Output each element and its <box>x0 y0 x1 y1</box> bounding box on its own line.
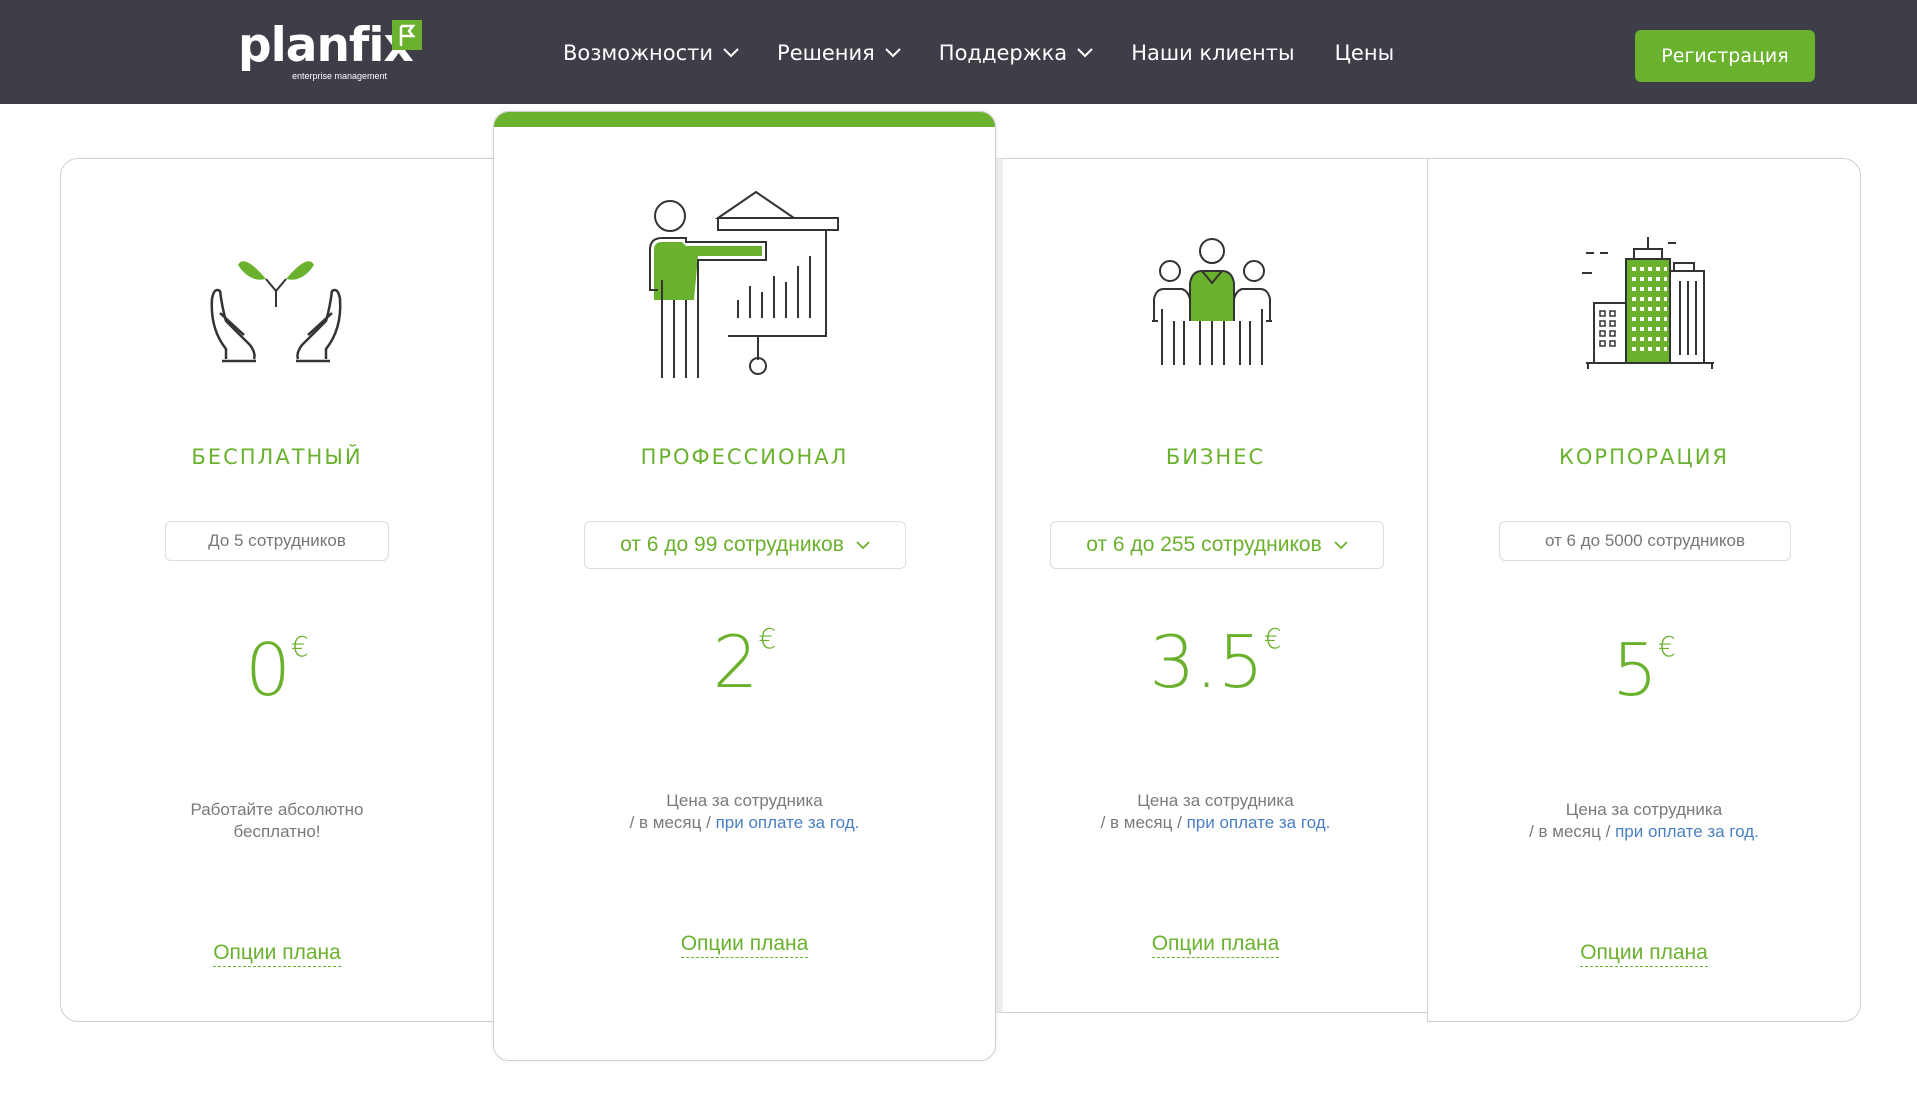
presenter-chart-icon <box>649 190 839 378</box>
description-prefix: / в месяц / <box>1529 822 1611 841</box>
nav-solutions-label: Решения <box>777 41 875 65</box>
description-line: Цена за сотрудника <box>1565 800 1723 819</box>
chevron-down-icon <box>885 48 901 58</box>
price-value: 5 <box>1612 628 1658 712</box>
description-line: Цена за сотрудника <box>1137 791 1294 810</box>
currency-symbol: € <box>290 630 309 663</box>
logo-subtitle: enterprise management <box>292 71 388 81</box>
nav-prices-label: Цены <box>1334 41 1395 65</box>
description-line-2: / в месяц / при оплате за год. <box>494 812 995 834</box>
annual-payment-link[interactable]: при оплате за год. <box>1187 813 1331 832</box>
plan-price: 5€ <box>1428 630 1860 706</box>
description-line: бесплатно! <box>233 822 321 841</box>
planfix-logo[interactable]: planfix enterprise management <box>238 18 428 86</box>
annual-payment-link[interactable]: при оплате за год. <box>1615 822 1759 841</box>
plan-card-free: БЕСПЛАТНЫЙ До 5 сотрудников 0€ Работайте… <box>60 158 494 1022</box>
description-prefix: / в месяц / <box>1100 813 1182 832</box>
plan-name: БЕСПЛАТНЫЙ <box>191 445 363 469</box>
price-value: 2 <box>712 620 759 704</box>
plan-options-link-wrap: Опции плана <box>61 941 493 967</box>
nav-features[interactable]: Возможности <box>563 41 739 65</box>
plan-card-professional: ПРОФЕССИОНАЛ от 6 до 99 сотрудников 2€ Ц… <box>493 111 996 1061</box>
plan-name: КОРПОРАЦИЯ <box>1558 445 1730 469</box>
plan-options-link[interactable]: Опции плана <box>1151 932 1280 958</box>
nav-support-label: Поддержка <box>938 41 1068 65</box>
nav-prices[interactable]: Цены <box>1335 41 1395 65</box>
highlight-stripe <box>494 112 995 127</box>
buildings-icon <box>1582 237 1714 369</box>
price-value: 3.5 <box>1149 620 1264 704</box>
plan-name: БИЗНЕС <box>1165 445 1266 469</box>
chevron-down-icon <box>1077 48 1093 58</box>
employee-count-box: от 6 до 5000 сотрудников <box>1499 521 1791 561</box>
plan-options-link-wrap: Опции плана <box>1428 941 1860 967</box>
currency-symbol: € <box>1657 630 1676 663</box>
plan-price: 3.5€ <box>1003 622 1428 698</box>
employee-count-select[interactable]: от 6 до 255 сотрудников <box>1050 521 1384 569</box>
employee-count-value: от 6 до 99 сотрудников <box>620 533 844 556</box>
plan-description: Цена за сотрудника / в месяц / при оплат… <box>1003 790 1428 834</box>
main-nav: Возможности Решения Поддержка Наши клиен… <box>563 38 1434 68</box>
description-prefix: / в месяц / <box>629 813 711 832</box>
plan-description: Цена за сотрудника / в месяц / при оплат… <box>494 790 995 834</box>
chevron-down-icon <box>856 540 870 549</box>
description-line: Работайте абсолютно <box>190 800 364 819</box>
nav-solutions[interactable]: Решения <box>777 41 901 65</box>
nav-clients-label: Наши клиенты <box>1131 41 1295 65</box>
employee-count-value: от 6 до 255 сотрудников <box>1086 533 1322 556</box>
plan-name: ПРОФЕССИОНАЛ <box>640 445 849 469</box>
team-icon <box>1152 238 1272 365</box>
employee-count-box: До 5 сотрудников <box>165 521 389 561</box>
plan-price: 0€ <box>61 630 493 706</box>
plan-description: Работайте абсолютно бесплатно! <box>61 799 493 843</box>
nav-support[interactable]: Поддержка <box>939 41 1093 65</box>
price-value: 0 <box>245 628 291 712</box>
currency-symbol: € <box>758 622 777 655</box>
chevron-down-icon <box>1334 540 1348 549</box>
description-line: Цена за сотрудника <box>666 791 823 810</box>
plan-card-corporation: КОРПОРАЦИЯ от 6 до 5000 сотрудников 5€ Ц… <box>1427 158 1861 1022</box>
plan-price: 2€ <box>494 622 995 698</box>
nav-clients[interactable]: Наши клиенты <box>1131 41 1294 65</box>
plan-options-link-wrap: Опции плана <box>494 932 995 958</box>
plan-options-link[interactable]: Опции плана <box>680 932 809 958</box>
plant-hands-icon <box>210 261 342 363</box>
register-button[interactable]: Регистрация <box>1635 30 1815 82</box>
plan-options-link[interactable]: Опции плана <box>213 941 341 967</box>
logo-text: planfix <box>238 18 414 73</box>
flag-icon <box>392 20 422 50</box>
nav-features-label: Возможности <box>563 41 714 65</box>
description-line-2: / в месяц / при оплате за год. <box>1428 821 1860 843</box>
plan-card-business: БИЗНЕС от 6 до 255 сотрудников 3.5€ Цена… <box>995 158 1429 1013</box>
plan-options-link[interactable]: Опции плана <box>1580 941 1708 967</box>
plan-description: Цена за сотрудника / в месяц / при оплат… <box>1428 799 1860 843</box>
chevron-down-icon <box>723 48 739 58</box>
annual-payment-link[interactable]: при оплате за год. <box>716 813 860 832</box>
top-navigation-bar: planfix enterprise management Возможност… <box>0 0 1917 104</box>
plan-options-link-wrap: Опции плана <box>1003 932 1428 958</box>
currency-symbol: € <box>1263 622 1282 655</box>
employee-count-select[interactable]: от 6 до 99 сотрудников <box>584 521 906 569</box>
description-line-2: / в месяц / при оплате за год. <box>1003 812 1428 834</box>
